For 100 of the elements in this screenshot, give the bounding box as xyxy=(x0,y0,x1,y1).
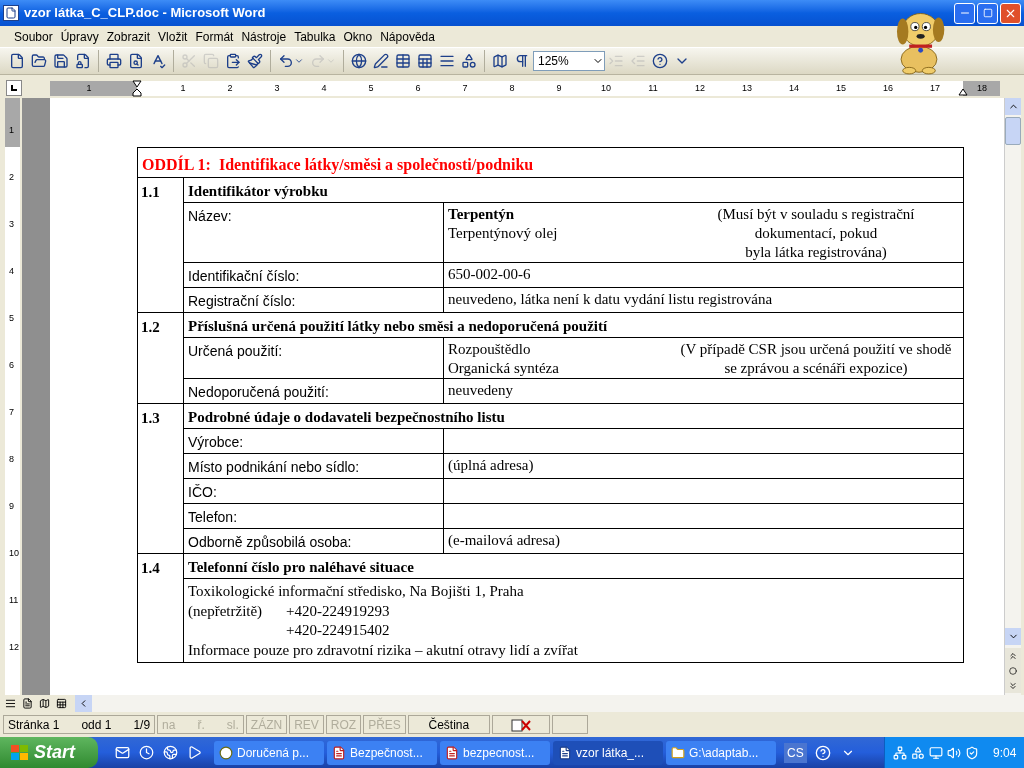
ruler-number: 12 xyxy=(9,642,19,652)
section-number-cell: 1.1 xyxy=(137,177,183,312)
zoom-dropdown[interactable]: 125% xyxy=(533,51,605,71)
ruler-number: 5 xyxy=(9,313,14,323)
taskbar-button[interactable]: Doručená p... xyxy=(214,740,324,765)
word-document-icon xyxy=(558,745,572,760)
subsection-title: Identifikátor výrobku xyxy=(183,177,963,202)
ruler-number: 10 xyxy=(601,81,611,94)
ruler-number: 17 xyxy=(930,81,940,94)
field-value: neuvedeny xyxy=(448,381,513,400)
menu-item[interactable]: Soubor xyxy=(10,26,57,47)
menu-item[interactable]: Úpravy xyxy=(56,26,103,47)
ruler-number: 14 xyxy=(789,81,799,94)
menu-item[interactable]: Zobrazit xyxy=(102,26,155,47)
field-value: (úplná adresa) xyxy=(448,456,534,475)
section-number-cell: 1.3 xyxy=(137,403,183,553)
field-label: Určená použití: xyxy=(183,337,443,378)
windows-logo-icon xyxy=(10,743,30,762)
view-mode-button[interactable] xyxy=(20,696,35,711)
taskbar-button[interactable]: Bezpečnost... xyxy=(327,740,437,765)
ruler-number: 4 xyxy=(9,266,14,276)
caret-icon xyxy=(326,56,336,66)
status-text: 1/9 xyxy=(133,716,151,734)
restore-button[interactable] xyxy=(977,2,998,24)
circle-icon xyxy=(1009,666,1017,675)
globe-icon xyxy=(162,745,178,760)
menu-item[interactable]: Formát xyxy=(191,26,238,47)
ruler-number: 5 xyxy=(368,81,374,94)
close-button[interactable] xyxy=(1000,2,1021,24)
status-text: PŘES xyxy=(368,716,401,734)
ruler-number: 9 xyxy=(9,501,14,511)
ruler-number: 18 xyxy=(977,81,987,94)
taskbar-button[interactable]: G:\adaptab... xyxy=(666,740,776,765)
view-mode-icon xyxy=(22,698,33,709)
volume-icon[interactable] xyxy=(947,745,961,760)
horizontal-ruler[interactable]: 1 1 2 3 4 5 6 7 8 9 10 11 12 13 14 15 16 17 18 xyxy=(50,80,1000,96)
menu-item[interactable]: Okno xyxy=(339,26,377,47)
language-indicator[interactable]: CS xyxy=(784,742,807,763)
network-icon[interactable] xyxy=(893,745,907,760)
field-value: Terpentýn xyxy=(448,205,515,224)
view-mode-button[interactable] xyxy=(37,696,52,711)
indent-marker-icon[interactable] xyxy=(132,79,142,97)
ruler-number: 3 xyxy=(9,219,14,229)
view-mode-icon xyxy=(39,698,50,709)
field-value: (e-mailová adresa) xyxy=(448,531,561,550)
status-text: ROZ xyxy=(330,716,357,734)
field-label: Identifikační číslo: xyxy=(183,262,443,287)
help-icon[interactable] xyxy=(814,744,831,761)
field-value: neuvedeno, látka není k datu vydání listu registrována xyxy=(448,290,773,309)
subsection-title: Příslušná určená použití látky nebo směsi a nedoporučená použití xyxy=(183,312,963,337)
ruler-number: 8 xyxy=(509,81,515,94)
ruler-number: 2 xyxy=(9,172,14,182)
spelling-error-icon[interactable] xyxy=(509,717,532,732)
ruler-number: 11 xyxy=(9,595,19,605)
ruler-number: 4 xyxy=(321,81,327,94)
field-label: Odborně způsobilá osoba: xyxy=(183,528,443,553)
taskbar-button[interactable]: bezpecnost... xyxy=(440,740,550,765)
field-label: IČO: xyxy=(183,478,443,503)
ruler-number: 16 xyxy=(883,81,893,94)
note-text: se zprávou a scénáři expozice) xyxy=(724,359,908,378)
folder-icon xyxy=(671,745,685,760)
view-mode-button[interactable] xyxy=(54,696,69,711)
field-label: Nedoporučená použití: xyxy=(183,378,443,403)
vertical-scrollbar[interactable] xyxy=(1004,98,1021,695)
menu-item[interactable]: Vložit xyxy=(154,26,192,47)
double-down-arrow-icon xyxy=(1008,680,1018,691)
vertical-ruler[interactable]: 1 2 3 4 5 6 7 8 9 10 11 12 xyxy=(5,98,20,695)
next-page-button[interactable] xyxy=(1005,678,1021,693)
taskbar-button[interactable]: vzor látka_... xyxy=(553,740,663,765)
status-text: na xyxy=(162,716,176,734)
view-mode-icon xyxy=(56,698,67,709)
ruler-number: 3 xyxy=(274,81,280,94)
minimize-button[interactable] xyxy=(954,2,975,24)
menu-item[interactable]: Nástroje xyxy=(237,26,291,47)
menu-item[interactable]: Tabulka xyxy=(290,26,340,47)
section-number-cell: 1.4 xyxy=(137,553,183,662)
status-text: REV xyxy=(294,716,319,734)
menu-item[interactable]: Nápověda xyxy=(376,26,439,47)
field-value: 650-002-00-6 xyxy=(448,265,531,284)
previous-page-button[interactable] xyxy=(1005,648,1021,663)
right-indent-marker-icon[interactable] xyxy=(958,87,968,96)
note-text: (V případě CSR jsou určená použití ve shodě xyxy=(680,340,952,359)
clock: 9:04 xyxy=(993,744,1017,762)
note-text: dokumentací, pokud xyxy=(754,224,878,243)
tab-selector[interactable] xyxy=(6,80,22,96)
play-icon xyxy=(186,745,202,760)
ruler-number: 1 xyxy=(9,125,14,135)
restore-icon xyxy=(982,8,993,18)
phone-number: +420-224919293 xyxy=(286,601,390,621)
scroll-thumb[interactable] xyxy=(1005,117,1021,145)
document-icon xyxy=(445,745,459,760)
field-value: Organická syntéza xyxy=(448,359,559,378)
ruler-number: 11 xyxy=(648,81,658,94)
document-icon xyxy=(332,745,346,760)
phone-label: (nepřetržitě) xyxy=(188,602,263,619)
double-up-arrow-icon xyxy=(1008,650,1018,661)
horizontal-scrollbar[interactable] xyxy=(75,695,1024,712)
field-label: Název: xyxy=(183,202,443,262)
monitor-icon[interactable] xyxy=(929,745,943,760)
ruler-number: 8 xyxy=(9,454,14,464)
